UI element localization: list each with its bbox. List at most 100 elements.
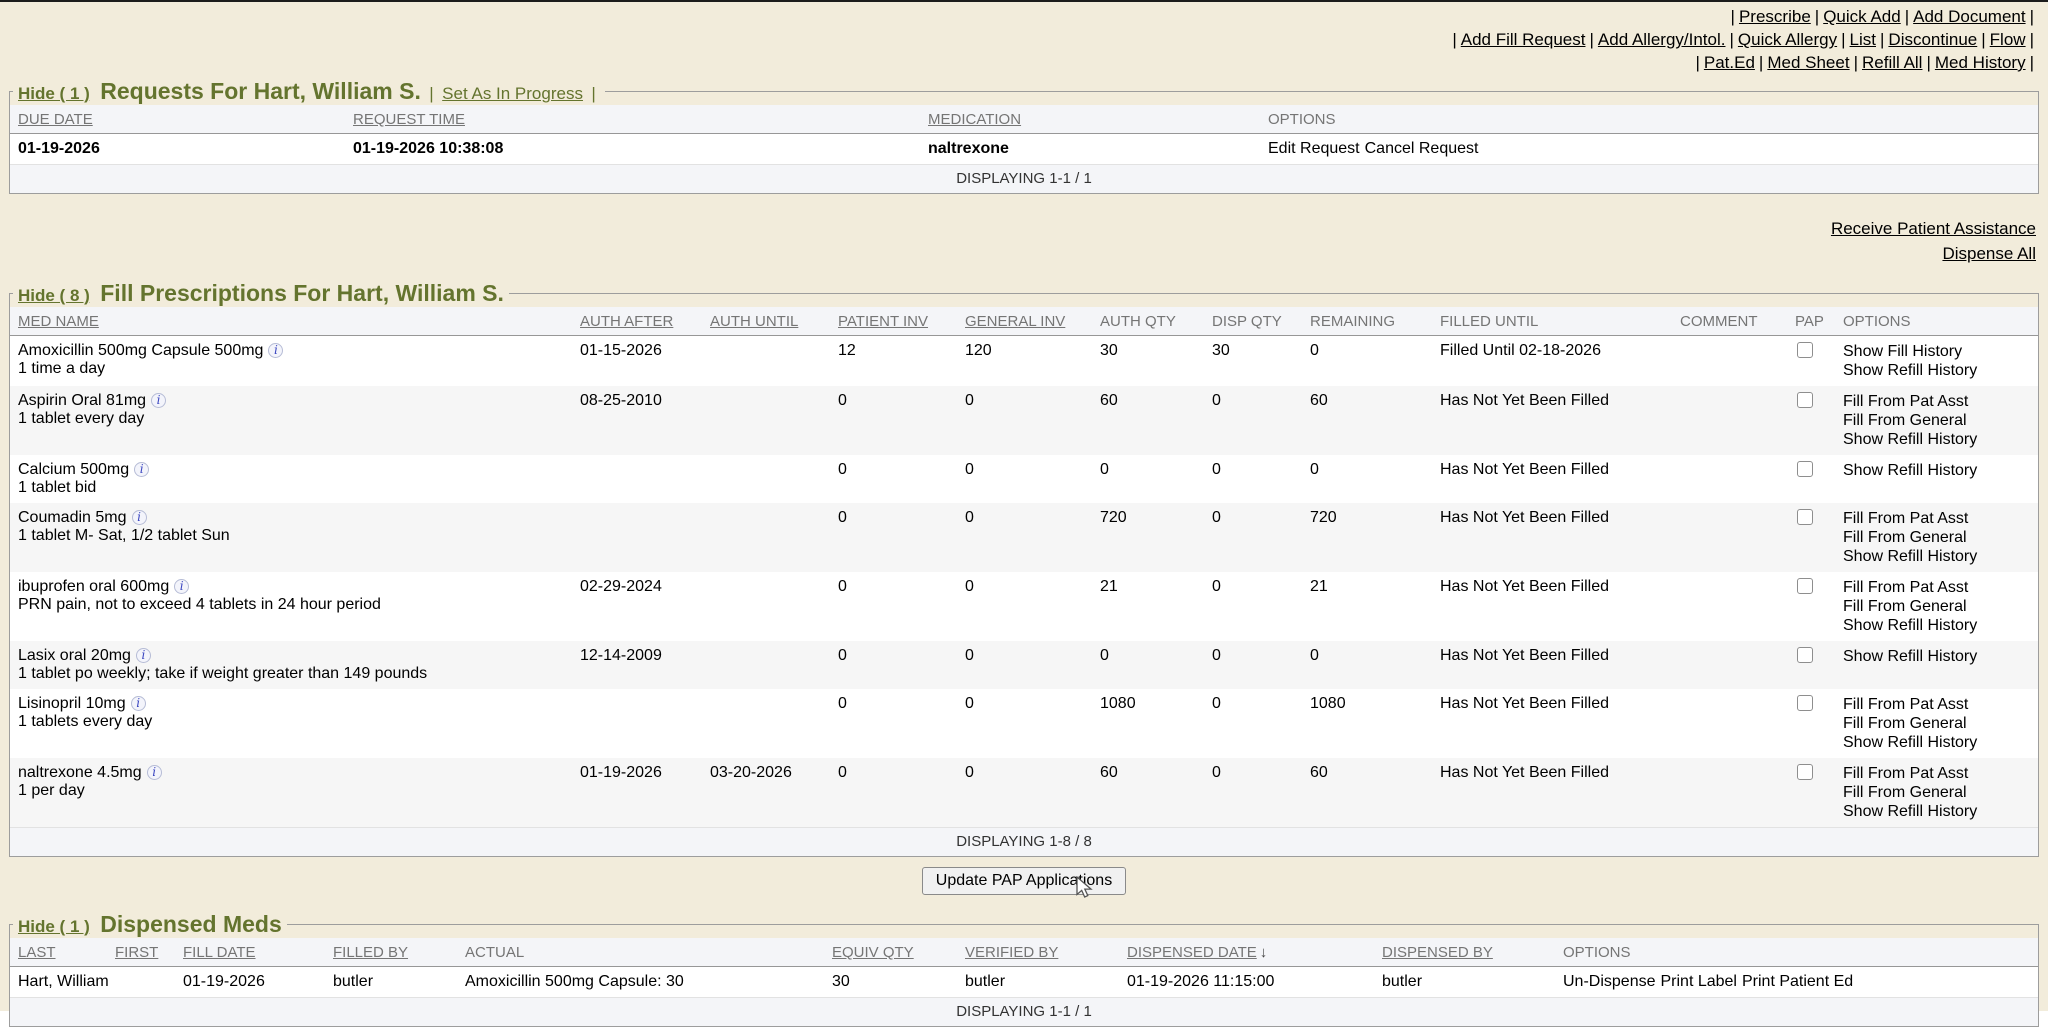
column-header-dispensed-by[interactable]: DISPENSED BY	[1382, 944, 1493, 961]
options-cell: Fill From Pat AsstFill From GeneralShow …	[1835, 758, 2038, 828]
info-icon[interactable]: i	[131, 696, 146, 711]
receive-patient-assistance-link[interactable]: Receive Patient Assistance	[0, 216, 2036, 241]
print-patient-ed-link[interactable]: Print Patient Ed	[1742, 973, 1853, 990]
column-header-med-name[interactable]: MED NAME	[18, 313, 99, 330]
info-icon[interactable]: i	[136, 648, 151, 663]
update-pap-applications-button[interactable]: Update PAP Applications	[922, 867, 1126, 895]
column-header-auth-after[interactable]: AUTH AFTER	[580, 313, 673, 330]
edit-request-link[interactable]: Edit Request	[1268, 140, 1360, 157]
info-icon[interactable]: i	[151, 393, 166, 408]
separator: |	[1926, 53, 1930, 72]
pap-checkbox[interactable]	[1797, 695, 1813, 711]
med-name[interactable]: Aspirin Oral 81mg	[18, 392, 146, 409]
toolbar-link[interactable]: Add Document	[1913, 7, 2025, 26]
fill-hide-link[interactable]: Hide ( 8 )	[18, 286, 90, 305]
info-icon[interactable]: i	[147, 765, 162, 780]
patient-inv-cell: 0	[830, 641, 957, 689]
column-header-request-time[interactable]: REQUEST TIME	[353, 111, 465, 128]
option-link[interactable]: Fill From Pat Asst	[1843, 578, 2030, 597]
med-name[interactable]: Lasix oral 20mg	[18, 647, 131, 664]
toolbar-row: |Prescribe|Quick Add|Add Document|	[0, 5, 2038, 28]
toolbar-link[interactable]: Refill All	[1862, 53, 1922, 72]
toolbar-link[interactable]: Pat.Ed	[1704, 53, 1755, 72]
option-link[interactable]: Fill From Pat Asst	[1843, 764, 2030, 783]
info-icon[interactable]: i	[268, 343, 283, 358]
option-link[interactable]: Show Refill History	[1843, 361, 2030, 380]
pap-checkbox[interactable]	[1797, 392, 1813, 408]
option-link[interactable]: Fill From General	[1843, 597, 2030, 616]
column-header-verified-by[interactable]: VERIFIED BY	[965, 944, 1058, 961]
option-link[interactable]: Show Fill History	[1843, 342, 2030, 361]
option-link[interactable]: Fill From General	[1843, 411, 2030, 430]
info-icon[interactable]: i	[134, 462, 149, 477]
toolbar-link[interactable]: Med History	[1935, 53, 2026, 72]
info-icon[interactable]: i	[174, 579, 189, 594]
pap-checkbox[interactable]	[1797, 509, 1813, 525]
requests-hide-link[interactable]: Hide ( 1 )	[18, 84, 90, 103]
option-link[interactable]: Show Refill History	[1843, 430, 2030, 449]
patient-inv-cell: 0	[830, 689, 957, 758]
option-link[interactable]: Show Refill History	[1843, 461, 2030, 480]
toolbar-link[interactable]: Quick Add	[1823, 7, 1901, 26]
dispense-all-link[interactable]: Dispense All	[0, 241, 2036, 266]
auth-after-cell: 12-14-2009	[572, 641, 702, 689]
toolbar-link[interactable]: List	[1850, 30, 1876, 49]
filled-until-cell: Has Not Yet Been Filled	[1432, 503, 1672, 572]
option-link[interactable]: Fill From General	[1843, 714, 2030, 733]
sort-descending-icon: ↓	[1260, 944, 1268, 961]
med-name[interactable]: Calcium 500mg	[18, 461, 129, 478]
pap-cell	[1787, 758, 1835, 828]
column-header-fill-date[interactable]: FILL DATE	[183, 944, 256, 961]
un-dispense-link[interactable]: Un-Dispense	[1563, 973, 1655, 990]
print-label-link[interactable]: Print Label	[1660, 973, 1737, 990]
option-link[interactable]: Fill From Pat Asst	[1843, 392, 2030, 411]
set-as-in-progress-link[interactable]: Set As In Progress	[442, 84, 583, 103]
toolbar-link[interactable]: Med Sheet	[1767, 53, 1849, 72]
pap-checkbox[interactable]	[1797, 342, 1813, 358]
column-header-medication[interactable]: MEDICATION	[928, 111, 1021, 128]
option-link[interactable]: Fill From Pat Asst	[1843, 509, 2030, 528]
option-link[interactable]: Show Refill History	[1843, 616, 2030, 635]
toolbar-link[interactable]: Discontinue	[1888, 30, 1977, 49]
column-header-filled-by[interactable]: FILLED BY	[333, 944, 408, 961]
pap-checkbox[interactable]	[1797, 647, 1813, 663]
comment-cell	[1672, 758, 1787, 828]
option-link[interactable]: Fill From General	[1843, 783, 2030, 802]
column-header-general-inv[interactable]: GENERAL INV	[965, 313, 1065, 330]
option-link[interactable]: Show Refill History	[1843, 733, 2030, 752]
disp-qty-cell: 0	[1204, 689, 1302, 758]
auth-qty-cell: 60	[1092, 758, 1204, 828]
med-name[interactable]: ibuprofen oral 600mg	[18, 578, 169, 595]
med-instructions: PRN pain, not to exceed 4 tablets in 24 …	[18, 596, 564, 614]
column-header-auth-until[interactable]: AUTH UNTIL	[710, 313, 798, 330]
med-name[interactable]: Coumadin 5mg	[18, 509, 127, 526]
med-name[interactable]: Lisinopril 10mg	[18, 695, 126, 712]
auth-until-cell: 03-20-2026	[702, 758, 830, 828]
cancel-request-link[interactable]: Cancel Request	[1365, 140, 1479, 157]
option-link[interactable]: Show Refill History	[1843, 802, 2030, 821]
med-name[interactable]: Amoxicillin 500mg Capsule 500mg	[18, 342, 263, 359]
toolbar-link[interactable]: Flow	[1990, 30, 2026, 49]
option-link[interactable]: Show Refill History	[1843, 647, 2030, 666]
pap-checkbox[interactable]	[1797, 578, 1813, 594]
column-header-dispensed-date[interactable]: DISPENSED DATE	[1127, 944, 1257, 961]
column-header-due-date[interactable]: DUE DATE	[18, 111, 93, 128]
toolbar-link[interactable]: Quick Allergy	[1738, 30, 1837, 49]
column-header-equiv-qty[interactable]: EQUIV QTY	[832, 944, 914, 961]
option-link[interactable]: Fill From General	[1843, 528, 2030, 547]
disp-qty-cell: 0	[1204, 572, 1302, 641]
option-link[interactable]: Fill From Pat Asst	[1843, 695, 2030, 714]
dispensed-hide-link[interactable]: Hide ( 1 )	[18, 917, 90, 936]
column-header-patient-inv[interactable]: PATIENT INV	[838, 313, 928, 330]
toolbar-link[interactable]: Add Fill Request	[1461, 30, 1586, 49]
info-icon[interactable]: i	[132, 510, 147, 525]
pap-checkbox[interactable]	[1797, 764, 1813, 780]
column-header-first[interactable]: FIRST	[115, 944, 158, 961]
pap-checkbox[interactable]	[1797, 461, 1813, 477]
column-header-last[interactable]: LAST	[18, 944, 56, 961]
toolbar-link[interactable]: Add Allergy/Intol.	[1598, 30, 1726, 49]
toolbar-link[interactable]: Prescribe	[1739, 7, 1811, 26]
option-link[interactable]: Show Refill History	[1843, 547, 2030, 566]
toolbar-row: |Pat.Ed|Med Sheet|Refill All|Med History…	[0, 51, 2038, 74]
med-name[interactable]: naltrexone 4.5mg	[18, 764, 142, 781]
